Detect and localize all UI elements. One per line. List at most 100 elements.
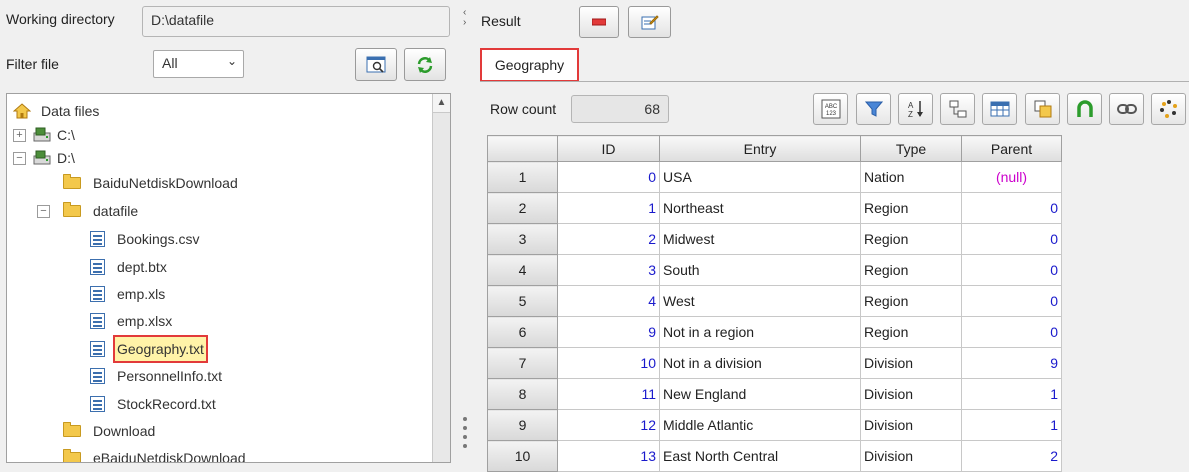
tree-item-file[interactable]: emp.xlsx: [90, 309, 350, 333]
cell-type[interactable]: Region: [860, 285, 962, 317]
result-grid[interactable]: ID Entry Type Parent 1 0 USA Nation (nul…: [487, 135, 1062, 472]
cell-type[interactable]: Region: [860, 316, 962, 348]
browse-button[interactable]: [355, 48, 397, 81]
cell-entry[interactable]: USA: [659, 161, 861, 193]
column-header-entry[interactable]: Entry: [659, 135, 861, 162]
spinner-button[interactable]: [1151, 93, 1186, 125]
splitter-grip-icon[interactable]: [463, 417, 467, 421]
cell-entry[interactable]: Not in a division: [659, 347, 861, 379]
table-row[interactable]: 7 10 Not in a division Division 9: [487, 347, 1062, 379]
cell-parent[interactable]: 9: [961, 347, 1062, 379]
sort-button[interactable]: A Z: [898, 93, 933, 125]
cell-id[interactable]: 2: [557, 223, 660, 255]
table-row[interactable]: 1 0 USA Nation (null): [487, 161, 1062, 193]
cell-type[interactable]: Division: [860, 409, 962, 441]
cell-parent[interactable]: 0: [961, 192, 1062, 224]
cell-parent[interactable]: 1: [961, 378, 1062, 410]
cell-parent[interactable]: 0: [961, 285, 1062, 317]
filter-button[interactable]: [856, 93, 891, 125]
cell-entry[interactable]: Midwest: [659, 223, 861, 255]
table-row[interactable]: 5 4 West Region 0: [487, 285, 1062, 317]
tree-item-file-selected[interactable]: Geography.txt: [90, 335, 350, 363]
cell-type[interactable]: Region: [860, 254, 962, 286]
cell-type[interactable]: Division: [860, 347, 962, 379]
cell-type[interactable]: Region: [860, 223, 962, 255]
cell-id[interactable]: 1: [557, 192, 660, 224]
tree-item-file[interactable]: StockRecord.txt: [90, 392, 350, 416]
filter-file-select[interactable]: All ⌄: [153, 50, 244, 78]
row-number[interactable]: 10: [487, 440, 558, 472]
tree-item-ebaidunetdiskdownload[interactable]: eBaiduNetdiskDownload: [63, 446, 323, 462]
cell-entry[interactable]: Middle Atlantic: [659, 409, 861, 441]
tree-item-baidunetdiskdownload[interactable]: BaiduNetdiskDownload: [63, 171, 323, 195]
table-row[interactable]: 3 2 Midwest Region 0: [487, 223, 1062, 255]
cell-id[interactable]: 3: [557, 254, 660, 286]
magnet-button[interactable]: [1067, 93, 1102, 125]
cell-entry[interactable]: New England: [659, 378, 861, 410]
copy-button[interactable]: [1025, 93, 1060, 125]
collapse-minus-icon[interactable]: −: [13, 152, 26, 165]
row-number[interactable]: 4: [487, 254, 558, 286]
cell-id[interactable]: 12: [557, 409, 660, 441]
cell-type[interactable]: Region: [860, 192, 962, 224]
cell-id[interactable]: 13: [557, 440, 660, 472]
cell-parent[interactable]: 1: [961, 409, 1062, 441]
refresh-button[interactable]: [404, 48, 446, 81]
cell-entry[interactable]: Northeast: [659, 192, 861, 224]
table-row[interactable]: 8 11 New England Division 1: [487, 378, 1062, 410]
cell-id[interactable]: 10: [557, 347, 660, 379]
edit-result-button[interactable]: [628, 6, 671, 38]
tree-item-c-drive[interactable]: + C:\: [13, 123, 213, 147]
cell-parent[interactable]: 0: [961, 223, 1062, 255]
cell-id[interactable]: 9: [557, 316, 660, 348]
cell-parent[interactable]: 2: [961, 440, 1062, 472]
working-directory-field[interactable]: D:\datafile: [142, 6, 450, 37]
splitter-grip-icon[interactable]: [463, 426, 467, 430]
tree-item-datafile[interactable]: − datafile: [37, 199, 297, 223]
tree-item-file[interactable]: dept.btx: [90, 255, 350, 279]
cell-id[interactable]: 11: [557, 378, 660, 410]
tree-item-download[interactable]: Download: [63, 419, 323, 443]
row-number[interactable]: 6: [487, 316, 558, 348]
tree-item-file[interactable]: emp.xls: [90, 282, 350, 306]
collapse-arrow-icon[interactable]: ‹ ›: [463, 8, 466, 28]
scroll-up-icon[interactable]: ▲: [433, 94, 450, 113]
tree-item-file[interactable]: Bookings.csv: [90, 227, 350, 251]
splitter-grip-icon[interactable]: [463, 444, 467, 448]
row-number[interactable]: 5: [487, 285, 558, 317]
row-number[interactable]: 9: [487, 409, 558, 441]
cell-entry[interactable]: West: [659, 285, 861, 317]
cell-parent[interactable]: 0: [961, 316, 1062, 348]
cell-type[interactable]: Division: [860, 440, 962, 472]
collapse-minus-icon[interactable]: −: [37, 205, 50, 218]
cell-parent[interactable]: 0: [961, 254, 1062, 286]
cell-type[interactable]: Nation: [860, 161, 962, 193]
table-row[interactable]: 10 13 East North Central Division 2: [487, 440, 1062, 472]
table-row[interactable]: 4 3 South Region 0: [487, 254, 1062, 286]
column-header-id[interactable]: ID: [557, 135, 660, 162]
grid-button[interactable]: [982, 93, 1017, 125]
cell-id[interactable]: 0: [557, 161, 660, 193]
abc-123-button[interactable]: ABC 123: [813, 93, 848, 125]
cell-parent[interactable]: (null): [961, 161, 1062, 193]
cell-entry[interactable]: South: [659, 254, 861, 286]
link-tree-button[interactable]: [940, 93, 975, 125]
column-header-parent[interactable]: Parent: [961, 135, 1062, 162]
tree-scrollbar[interactable]: ▲: [432, 94, 450, 462]
tab-geography[interactable]: Geography: [480, 48, 579, 82]
remove-result-button[interactable]: [579, 6, 619, 38]
table-row[interactable]: 9 12 Middle Atlantic Division 1: [487, 409, 1062, 441]
cell-type[interactable]: Division: [860, 378, 962, 410]
tree-item-file[interactable]: PersonnelInfo.txt: [90, 364, 350, 388]
cell-entry[interactable]: East North Central: [659, 440, 861, 472]
expand-plus-icon[interactable]: +: [13, 129, 26, 142]
row-number[interactable]: 8: [487, 378, 558, 410]
row-number[interactable]: 7: [487, 347, 558, 379]
splitter-grip-icon[interactable]: [463, 435, 467, 439]
data-files-tree[interactable]: Data files + C:\ − D:\ BaiduNetdiskDownl…: [6, 93, 451, 463]
column-header-type[interactable]: Type: [860, 135, 962, 162]
cell-id[interactable]: 4: [557, 285, 660, 317]
row-number[interactable]: 2: [487, 192, 558, 224]
table-row[interactable]: 6 9 Not in a region Region 0: [487, 316, 1062, 348]
cell-entry[interactable]: Not in a region: [659, 316, 861, 348]
